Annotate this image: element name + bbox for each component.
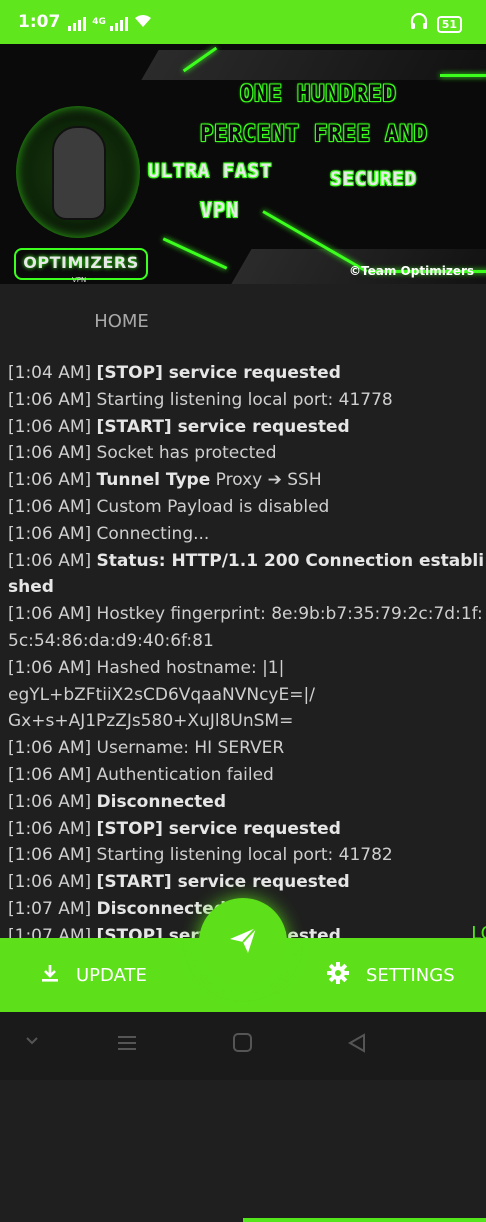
signal-icon <box>68 13 87 31</box>
log-bold-text: [STOP] service requested <box>96 818 341 839</box>
log-time: [1:06 AM] <box>8 496 97 517</box>
headset-icon <box>409 12 429 36</box>
log-text: Authentication failed <box>96 764 274 785</box>
send-icon <box>226 923 260 961</box>
log-entry: [1:06 AM] Hostkey fingerprint: 8e:9b:b7:… <box>8 601 486 655</box>
tab-home[interactable]: HOME <box>0 284 243 358</box>
log-bold-text: [STOP] service requested <box>96 363 341 383</box>
log-bold-text: Disconnected <box>96 791 226 812</box>
log-text: Starting listening local port: 41782 <box>96 845 393 866</box>
log-text: Connecting... <box>96 523 210 544</box>
log-time: [1:06 AM] <box>8 604 97 625</box>
log-time: [1:06 AM] <box>8 738 97 759</box>
nav-down-icon[interactable] <box>24 1032 40 1052</box>
gear-icon <box>326 961 350 990</box>
log-entry: [1:06 AM] [STOP] service requested <box>8 816 486 843</box>
log-text: Username: HI SERVER <box>96 738 285 759</box>
log-time: [1:06 AM] <box>8 657 97 678</box>
nav-menu-icon[interactable] <box>116 1032 138 1058</box>
settings-button[interactable]: SETTINGS <box>326 938 455 1012</box>
connect-fab-button[interactable] <box>199 898 287 986</box>
log-time: [1:06 AM] <box>8 845 97 866</box>
log-bold-text: Tunnel Type <box>96 470 211 491</box>
banner-line-2: PERCENT FREE AND <box>200 122 428 147</box>
log-entry: [1:06 AM] Hashed hostname: |1| egYL+bZFt… <box>8 655 486 735</box>
log-time: [1:06 AM] <box>8 791 97 812</box>
log-time: [1:07 AM] <box>8 925 97 938</box>
log-time: [1:06 AM] <box>8 389 97 410</box>
update-button[interactable]: UPDATE <box>40 938 147 1012</box>
log-time: [1:06 AM] <box>8 764 97 785</box>
settings-label: SETTINGS <box>366 964 455 986</box>
log-list[interactable]: [1:04 AM] [STOP] service requested [1:06 … <box>0 360 486 938</box>
log-entry: [1:06 AM] Disconnected <box>8 789 486 816</box>
network-type: 4G <box>92 17 106 27</box>
log-time: [1:06 AM] <box>8 523 97 544</box>
log-entry: [1:06 AM] Socket has protected <box>8 440 486 467</box>
banner-credit: ©Team Optimizers <box>349 264 474 278</box>
log-entry: [1:06 AM] Status: HTTP/1.1 200 Connectio… <box>8 548 486 602</box>
log-text: Proxy ➔ SSH <box>210 470 322 491</box>
log-time: [1:07 AM] <box>8 898 97 919</box>
banner-line-3a: ULTRA FAST <box>148 160 273 182</box>
log-time: [1:06 AM] <box>8 416 97 437</box>
log-entry: [1:06 AM] Authentication failed <box>8 762 486 789</box>
tab-home-label: HOME <box>94 310 149 332</box>
log-entry: [1:06 AM] Connecting... <box>8 521 486 548</box>
log-text: Custom Payload is disabled <box>96 496 330 517</box>
wifi-icon <box>134 13 152 32</box>
nav-back-icon[interactable] <box>346 1032 368 1058</box>
log-time: [1:06 AM] <box>8 470 97 491</box>
app-logo: OPTIMIZERS VPN <box>10 102 148 284</box>
log-time: [1:06 AM] <box>8 550 97 571</box>
log-time: [1:06 AM] <box>8 872 97 893</box>
nav-home-icon[interactable] <box>232 1032 254 1058</box>
log-entry: [1:06 AM] Username: HI SERVER <box>8 735 486 762</box>
log-time: [1:06 AM] <box>8 443 97 464</box>
log-entry: [1:06 AM] [START] service requested <box>8 869 486 896</box>
log-entry: [1:06 AM] Starting listening local port:… <box>8 842 486 869</box>
log-entry: [1:04 AM] [STOP] service requested <box>8 360 486 387</box>
log-bold-text: [START] service requested <box>96 416 350 437</box>
log-text: Socket has protected <box>96 443 277 464</box>
battery-indicator: 51 <box>436 15 462 33</box>
log-text: Starting listening local port: 41778 <box>96 389 393 410</box>
system-nav-bar <box>0 1012 486 1080</box>
log-entry: [1:06 AM] Starting listening local port:… <box>8 387 486 414</box>
download-icon <box>40 963 60 988</box>
log-time: [1:04 AM] <box>8 363 97 383</box>
update-label: UPDATE <box>76 964 147 986</box>
status-bar: 1:07 4G 51 <box>0 0 486 44</box>
log-bold-text: [START] service requested <box>96 872 350 893</box>
status-time: 1:07 <box>18 12 61 32</box>
banner-line-4: VPN <box>200 198 240 222</box>
log-entry: [1:06 AM] Tunnel Type Proxy ➔ SSH <box>8 467 486 494</box>
tab-bar: HOME LOG <box>0 284 486 1222</box>
logo-subtext: VPN <box>72 276 87 284</box>
log-entry: [1:06 AM] Custom Payload is disabled <box>8 494 486 521</box>
log-entry: [1:06 AM] [START] service requested <box>8 414 486 441</box>
tab-indicator <box>243 1218 486 1222</box>
header-banner: OPTIMIZERS VPN ONE HUNDRED PERCENT FREE … <box>0 44 486 284</box>
log-time: [1:06 AM] <box>8 818 97 839</box>
banner-line-3b: SECURED <box>330 168 418 190</box>
banner-line-1: ONE HUNDRED <box>240 82 397 107</box>
signal-icon-2 <box>109 13 128 31</box>
